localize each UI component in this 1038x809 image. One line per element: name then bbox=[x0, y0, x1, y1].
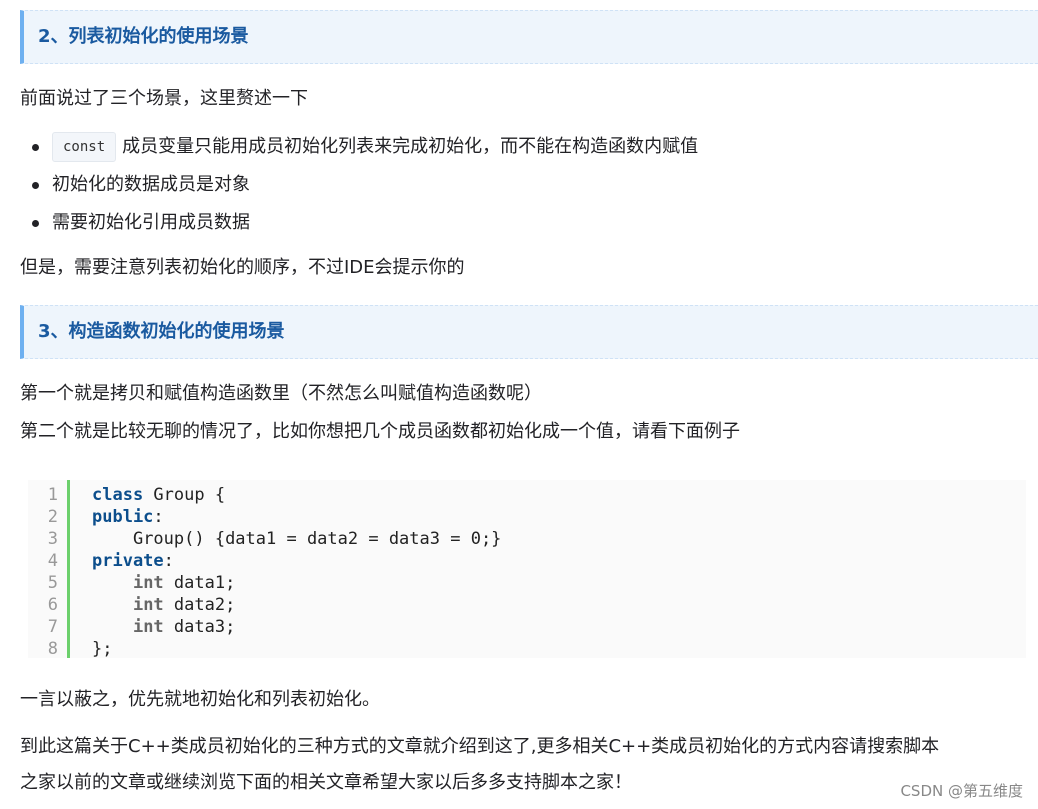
code-type: int bbox=[132, 595, 164, 615]
bullet-icon bbox=[32, 220, 39, 227]
closing-line-1: 到此这篇关于C++类成员初始化的三种方式的文章就介绍到这了,更多相关C++类成员… bbox=[20, 736, 940, 757]
code-type: int bbox=[132, 617, 164, 637]
line-number: 3 bbox=[47, 529, 58, 549]
paragraph-line-2: 第二个就是比较无聊的情况了，比如你想把几个成员函数都初始化成一个值，请看下面例子 bbox=[20, 421, 740, 442]
list-item: 需要初始化引用成员数据 bbox=[20, 204, 698, 242]
code-line: private: bbox=[92, 551, 174, 571]
line-number: 4 bbox=[47, 551, 58, 571]
list-item: 初始化的数据成员是对象 bbox=[20, 166, 698, 204]
code-line: Group() {data1 = data2 = data3 = 0;} bbox=[132, 529, 502, 549]
order-note-paragraph: 但是，需要注意列表初始化的顺序，不过IDE会提示你的 bbox=[20, 257, 465, 278]
intro-paragraph: 前面说过了三个场景，这里赘述一下 bbox=[20, 88, 308, 109]
line-number: 8 bbox=[47, 639, 58, 659]
line-number: 1 bbox=[47, 485, 58, 505]
line-number: 7 bbox=[47, 617, 58, 637]
code-keyword: public bbox=[92, 507, 154, 527]
bullet-icon bbox=[32, 144, 39, 151]
code-type: int bbox=[132, 573, 164, 593]
scenario-list: const 成员变量只能用成员初始化列表来完成初始化，而不能在构造函数内赋值 初始… bbox=[20, 128, 698, 242]
line-number: 2 bbox=[47, 507, 58, 527]
bullet-icon bbox=[32, 182, 39, 189]
paragraph-line-1: 第一个就是拷贝和赋值构造函数里（不然怎么叫赋值构造函数呢） bbox=[20, 383, 542, 404]
line-number: 5 bbox=[47, 573, 58, 593]
code-line: public: bbox=[92, 507, 164, 527]
list-item-text: 需要初始化引用成员数据 bbox=[52, 212, 250, 233]
code-keyword: private bbox=[92, 551, 164, 571]
list-item-text: 成员变量只能用成员初始化列表来完成初始化，而不能在构造函数内赋值 bbox=[122, 136, 699, 157]
inline-code-const: const bbox=[52, 132, 117, 162]
line-number-gutter: 12345678 bbox=[28, 480, 70, 659]
section-heading-ctor-init: 3、构造函数初始化的使用场景 bbox=[20, 305, 1038, 359]
list-item-text: 初始化的数据成员是对象 bbox=[52, 174, 250, 195]
csdn-watermark: CSDN @第五维度 bbox=[900, 782, 1023, 800]
closing-line-2: 之家以前的文章或继续浏览下面的相关文章希望大家以后多多支持脚本之家！ bbox=[20, 772, 632, 793]
code-keyword: class bbox=[92, 485, 144, 505]
code-line: int data1; bbox=[132, 573, 236, 593]
code-line: class Group { bbox=[92, 485, 226, 505]
summary-paragraph: 一言以蔽之，优先就地初始化和列表初始化。 bbox=[20, 689, 380, 710]
line-number: 6 bbox=[47, 595, 58, 615]
code-line: int data2; bbox=[132, 595, 236, 615]
list-item: const 成员变量只能用成员初始化列表来完成初始化，而不能在构造函数内赋值 bbox=[20, 128, 698, 166]
section-heading-list-init: 2、列表初始化的使用场景 bbox=[20, 10, 1038, 64]
code-line: }; bbox=[92, 639, 113, 659]
code-line: int data3; bbox=[132, 617, 236, 637]
code-block: 12345678 class Group {public: Group() {d… bbox=[28, 480, 1026, 660]
code-lines: class Group {public: Group() {data1 = da… bbox=[92, 484, 501, 660]
